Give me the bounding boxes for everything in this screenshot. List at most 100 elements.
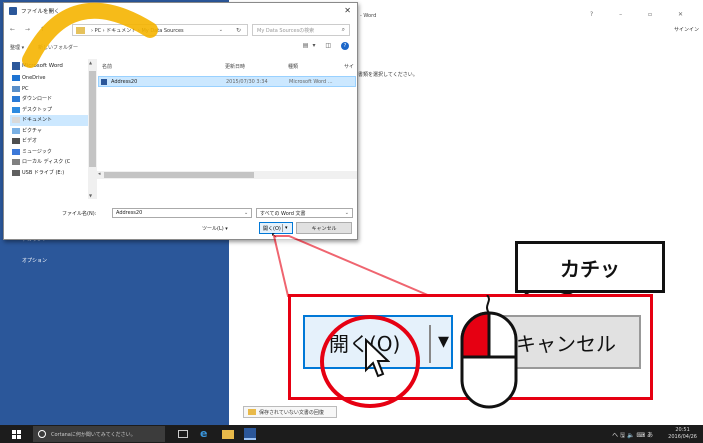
filetype-value: すべての Word 文書 xyxy=(260,211,306,217)
nav-item-icon xyxy=(12,96,20,102)
scroll-up-icon[interactable]: ▲ xyxy=(89,60,92,65)
dialog-title: ファイルを開く xyxy=(21,9,60,15)
dropdown-arrow-icon[interactable]: ▾ xyxy=(285,225,288,231)
windows-start-icon[interactable] xyxy=(12,430,21,439)
file-list: 名前 更新日時 種類 サイ Address20 2015/07/30 3:34 … xyxy=(96,59,357,181)
scroll-down-icon[interactable]: ▼ xyxy=(89,193,92,198)
signin-link[interactable]: サインイン xyxy=(674,26,699,33)
mouse-illustration-icon xyxy=(460,295,518,409)
nav-item-icon xyxy=(12,106,20,113)
filetype-select[interactable]: すべての Word 文書 ⌄ xyxy=(256,208,353,218)
word-window-title: - Word xyxy=(360,13,377,19)
nav-item[interactable]: USB ドライブ (E:) xyxy=(10,168,94,179)
preview-pane-icon[interactable]: ◫ xyxy=(325,42,335,49)
column-header-size[interactable]: サイ xyxy=(344,63,354,70)
view-options[interactable]: ▤▾ ◫ ? xyxy=(303,42,349,50)
nav-item[interactable]: ミュージック xyxy=(10,147,94,158)
cortana-search[interactable]: Cortanaに何か聞いてみてください。 xyxy=(33,426,165,442)
recover-unsaved-label: 保存されていない文書の回復 xyxy=(259,409,324,416)
new-folder-button[interactable]: 新しいフォルダー xyxy=(38,44,78,51)
address-bar-row: ← → ↑ › PC › ドキュメント › My Data Sources ⌄ … xyxy=(4,23,357,37)
nav-item[interactable]: OneDrive xyxy=(10,73,94,84)
view-icon[interactable]: ▤▾ xyxy=(303,42,320,49)
recover-unsaved-button[interactable]: 保存されていない文書の回復 xyxy=(243,406,337,418)
search-icon: ⌕ xyxy=(341,26,345,33)
word-notice-text: 書類を選択してください。 xyxy=(358,72,418,78)
nav-item-icon xyxy=(12,127,20,134)
zoomed-split-divider xyxy=(429,325,431,363)
nav-arrows[interactable]: ← → ↑ xyxy=(10,26,49,33)
column-header-name[interactable]: 名前 xyxy=(102,63,112,70)
filename-input[interactable]: Address20 xyxy=(112,208,252,218)
column-header-date[interactable]: 更新日時 xyxy=(225,63,245,70)
nav-item-label: OneDrive xyxy=(22,75,46,81)
chevron-down-icon[interactable]: ⌄ xyxy=(244,210,248,216)
nav-item-icon xyxy=(12,62,20,70)
clock-time: 20:51 xyxy=(675,427,690,433)
chevron-down-icon: ⌄ xyxy=(344,210,349,216)
nav-item-icon xyxy=(12,117,20,123)
sidebar-item-options[interactable]: オプション xyxy=(22,257,47,264)
nav-item-label: ドキュメント xyxy=(22,117,53,123)
screen: - Word ? – ▫ ✕ サインイン 書類を選択してください。 アカウント … xyxy=(0,0,703,443)
task-view-icon[interactable] xyxy=(178,430,188,438)
dialog-toolbar: 整理 ▾ 新しいフォルダー ▤▾ ◫ ? xyxy=(4,41,357,53)
cancel-button[interactable]: キャンセル xyxy=(296,222,352,234)
file-type: Microsoft Word ... xyxy=(289,79,333,85)
word-taskbar-icon[interactable] xyxy=(244,428,256,440)
close-icon[interactable]: ✕ xyxy=(344,6,351,15)
navigation-pane: Microsoft Word OneDrive PC ダウンロード デスクトップ ドキュメ… xyxy=(10,59,97,199)
folder-icon xyxy=(76,27,85,34)
file-explorer-icon[interactable] xyxy=(222,430,234,439)
zoomed-cursor-icon xyxy=(365,338,390,378)
hscroll-thumb[interactable] xyxy=(104,172,254,178)
organize-button[interactable]: 整理 ▾ xyxy=(10,44,24,51)
nav-scroll-thumb[interactable] xyxy=(89,71,96,167)
nav-item[interactable]: Microsoft Word xyxy=(10,59,94,73)
nav-item-label: USB ドライブ (E:) xyxy=(22,169,65,176)
file-name: Address20 xyxy=(111,79,138,85)
nav-item-label: ダウンロード xyxy=(22,96,53,102)
nav-item-icon xyxy=(12,159,20,165)
nav-item-icon xyxy=(12,75,20,81)
nav-item[interactable]: PC xyxy=(10,84,94,95)
word-doc-icon xyxy=(101,79,107,85)
help-icon[interactable]: ? xyxy=(341,42,349,50)
nav-item[interactable]: ローカル ディスク (C xyxy=(10,157,94,168)
open-file-dialog: ファイルを開く ✕ ← → ↑ › PC › ドキュメント › My Data … xyxy=(3,2,358,240)
chevron-down-icon[interactable]: ⌄ xyxy=(219,27,223,33)
nav-item-label: Microsoft Word xyxy=(22,63,63,69)
window-controls[interactable]: ? – ▫ ✕ xyxy=(590,11,695,18)
search-input[interactable]: My Data Sourcesの検索 ⌕ xyxy=(252,24,350,36)
nav-item-label: ミュージック xyxy=(22,148,52,155)
nav-item-label: ビデオ xyxy=(22,138,38,144)
zoomed-dropdown-arrow-icon: ▾ xyxy=(438,329,450,354)
refresh-icon[interactable]: ↻ xyxy=(236,27,241,34)
nav-item[interactable]: ビデオ xyxy=(10,136,94,147)
click-sound-bubble: カチッ xyxy=(515,241,665,293)
nav-item[interactable]: デスクトップ xyxy=(10,105,94,116)
scroll-left-icon[interactable]: ◂ xyxy=(98,171,101,177)
nav-item-icon xyxy=(12,148,20,155)
breadcrumb-path: › PC › ドキュメント › My Data Sources xyxy=(91,28,184,34)
word-app-icon xyxy=(9,7,17,15)
nav-item-label: デスクトップ xyxy=(22,106,53,113)
taskbar: Cortanaに何か聞いてみてください。 e へ 🖫 🔈 ⌨ あ 20:51 2… xyxy=(0,425,703,443)
tools-button[interactable]: ツール(L) ▾ xyxy=(202,225,228,232)
split-divider xyxy=(282,224,283,232)
nav-item-label: PC xyxy=(22,85,29,92)
file-row[interactable]: Address20 2015/07/30 3:34 Microsoft Word… xyxy=(98,76,356,87)
nav-item-icon xyxy=(12,85,20,92)
nav-item[interactable]: ドキュメント xyxy=(10,115,94,126)
nav-item[interactable]: ダウンロード xyxy=(10,94,94,105)
edge-icon[interactable]: e xyxy=(200,427,207,440)
nav-item[interactable]: ピクチャ xyxy=(10,126,94,137)
search-placeholder: My Data Sourcesの検索 xyxy=(257,28,315,34)
mouse-cursor-icon: ↖ xyxy=(271,231,278,240)
horizontal-scrollbar[interactable]: ◂ xyxy=(96,171,357,179)
clock[interactable]: 20:51 2016/04/26 xyxy=(668,427,697,441)
breadcrumb[interactable]: › PC › ドキュメント › My Data Sources ⌄ ↻ xyxy=(72,24,248,36)
column-header-type[interactable]: 種類 xyxy=(288,63,298,70)
cortana-placeholder: Cortanaに何か聞いてみてください。 xyxy=(51,431,136,438)
system-tray[interactable]: へ 🖫 🔈 ⌨ あ xyxy=(612,430,653,441)
